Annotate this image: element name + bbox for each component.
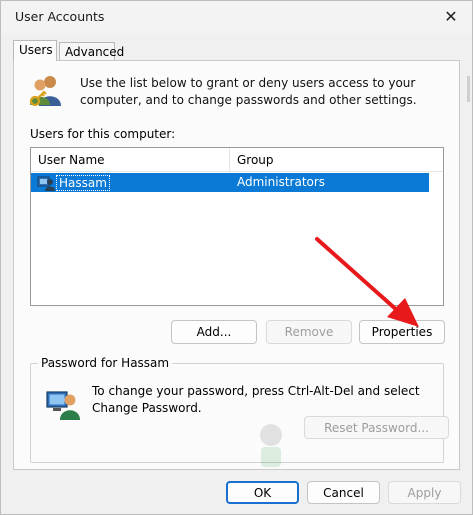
users-list-label: Users for this computer: [30,127,176,141]
close-button[interactable]: ✕ [431,1,471,31]
background-scrollbar [467,76,470,102]
ok-button[interactable]: OK [226,481,299,504]
tab-users[interactable]: Users [13,40,57,61]
password-group-title: Password for Hassam [38,356,173,370]
list-header: User Name Group [31,148,443,172]
column-header-group[interactable]: Group [230,148,443,172]
close-icon: ✕ [444,6,458,26]
users-keys-icon [29,76,61,107]
column-header-user-name[interactable]: User Name [31,148,230,172]
row-group: Administrators [237,175,326,189]
users-tab-panel: Use the list below to grant or deny user… [13,60,460,470]
intro-description: Use the list below to grant or deny user… [80,76,417,107]
password-group: Password for Hassam To change your passw… [30,356,449,463]
add-button[interactable]: Add... [171,320,257,344]
apply-button[interactable]: Apply [388,481,461,504]
row-user-name: Hassam [56,175,110,191]
users-list[interactable]: User Name Group Hassam Administrators [30,147,444,306]
properties-button[interactable]: Properties [359,320,445,344]
tab-advanced[interactable]: Advanced [59,42,124,61]
reset-password-button[interactable]: Reset Password... [304,416,449,439]
user-accounts-window: User Accounts ✕ Users Advanced Use the l… [0,0,473,515]
cancel-button[interactable]: Cancel [307,481,380,504]
user-icon [37,176,55,191]
window-title: User Accounts [15,9,105,24]
password-instructions: To change your password, press Ctrl-Alt-… [92,384,420,415]
table-row[interactable]: Hassam Administrators [31,173,429,192]
user-computer-icon [46,391,80,420]
watermark-mascot-icon [260,424,282,467]
title-bar: User Accounts ✕ [1,1,472,33]
remove-button[interactable]: Remove [266,320,352,344]
